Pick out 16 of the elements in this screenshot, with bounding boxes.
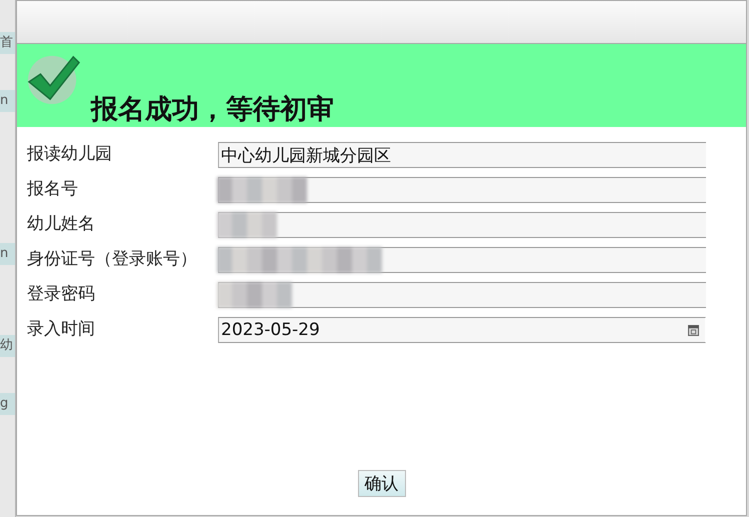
field-label: 身份证号（登录账号） xyxy=(27,248,198,271)
input-field[interactable]: 中心幼儿园新城分园区 xyxy=(218,142,706,168)
input-field[interactable]: 2023-05-29 xyxy=(218,317,706,343)
success-heading: 报名成功，等待初审 xyxy=(91,93,334,127)
input-field[interactable] xyxy=(218,177,706,203)
redacted-value xyxy=(217,212,277,238)
input-field[interactable] xyxy=(218,282,706,308)
input-field[interactable] xyxy=(218,212,706,238)
field-label: 录入时间 xyxy=(27,318,96,341)
calendar-icon[interactable] xyxy=(688,325,699,336)
confirm-button[interactable]: 确认 xyxy=(358,470,406,497)
input-field[interactable] xyxy=(218,247,706,273)
field-label: 报读幼儿园 xyxy=(27,143,113,166)
field-label: 登录密码 xyxy=(27,283,96,306)
field-label: 幼儿姓名 xyxy=(27,213,96,236)
field-label: 报名号 xyxy=(27,178,79,201)
